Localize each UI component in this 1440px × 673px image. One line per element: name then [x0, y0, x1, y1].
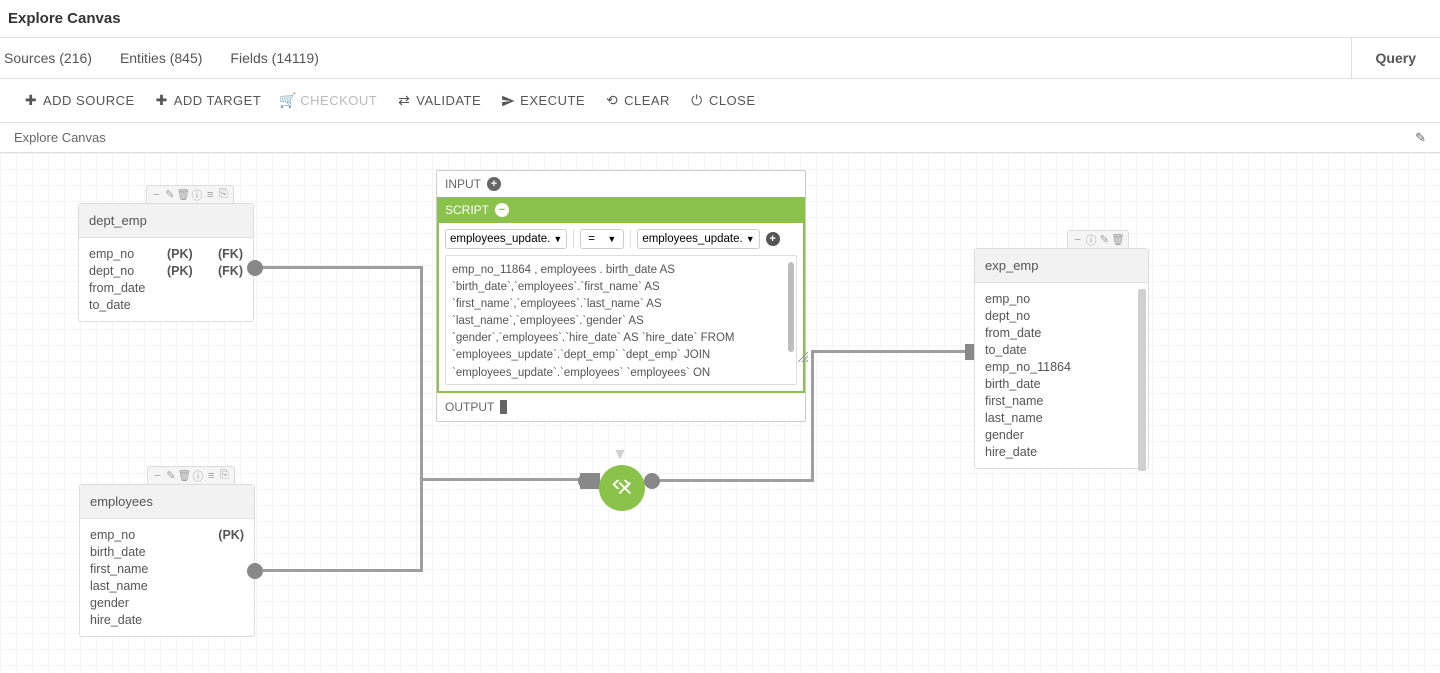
script-node[interactable]: INPUT + SCRIPT − employees_update.▼ = ▼ …	[436, 170, 806, 422]
node-title: dept_emp	[79, 204, 253, 238]
field-row: from_date	[89, 281, 243, 295]
transform-node[interactable]	[599, 465, 645, 511]
btn-label: CLEAR	[624, 93, 670, 108]
input-section[interactable]: INPUT +	[437, 171, 805, 197]
minus-icon[interactable]: −	[1072, 234, 1083, 246]
plus-icon: ✚	[24, 94, 38, 108]
send-icon	[501, 94, 515, 108]
pencil-icon[interactable]: ✎	[1099, 233, 1110, 246]
section-label: INPUT	[445, 177, 481, 191]
node-toolbar-employees[interactable]: − ✎ 🗑 ⓘ ≡ ⎘	[147, 466, 235, 484]
script-content: employees_update.▼ = ▼ employees_update.…	[437, 223, 805, 393]
section-label: SCRIPT	[445, 203, 489, 217]
btn-label: EXECUTE	[520, 93, 585, 108]
node-title: employees	[80, 485, 254, 519]
btn-label: ADD TARGET	[174, 93, 262, 108]
validate-button[interactable]: ⇄ VALIDATE	[397, 93, 481, 108]
merge-output-port[interactable]	[644, 473, 660, 489]
close-button[interactable]: ⏻ CLOSE	[690, 93, 756, 108]
field-row: emp_no (PK)	[90, 528, 244, 542]
power-icon: ⏻	[690, 94, 704, 108]
field-row: dept_no (PK) (FK)	[89, 264, 243, 278]
add-output-button[interactable]: +	[500, 400, 507, 414]
script-controls: employees_update.▼ = ▼ employees_update.…	[445, 229, 797, 249]
minus-icon[interactable]: −	[152, 470, 163, 482]
node-fields: emp_no (PK) (FK) dept_no (PK) (FK) from_…	[79, 238, 253, 321]
output-port[interactable]	[247, 563, 263, 579]
add-condition-button[interactable]: +	[766, 232, 780, 246]
trash-icon[interactable]: 🗑	[1112, 233, 1124, 246]
execute-button[interactable]: EXECUTE	[501, 93, 585, 108]
scrollbar[interactable]	[788, 262, 794, 352]
list-icon[interactable]: ≡	[205, 189, 216, 201]
btn-label: CHECKOUT	[300, 93, 377, 108]
add-target-button[interactable]: ✚ ADD TARGET	[155, 93, 262, 108]
collapse-script-button[interactable]: −	[495, 203, 509, 217]
tabs-row: Sources (216) Entities (845) Fields (141…	[0, 37, 1440, 79]
chevron-down-icon: ▼	[553, 234, 562, 244]
tab-fields[interactable]: Fields (14119)	[216, 38, 332, 78]
checkout-button[interactable]: 🛒 CHECKOUT	[281, 93, 377, 108]
refresh-icon: ⟲	[605, 94, 619, 108]
resize-handle[interactable]	[798, 349, 808, 359]
node-employees[interactable]: employees emp_no (PK) birth_date first_n…	[79, 484, 255, 637]
info-icon[interactable]: ⓘ	[192, 468, 203, 484]
node-toolbar-dept-emp[interactable]: − ✎ 🗑 ⓘ ≡ ⎘	[146, 185, 234, 203]
action-toolbar: ✚ ADD SOURCE ✚ ADD TARGET 🛒 CHECKOUT ⇄ V…	[0, 79, 1440, 123]
right-expr-select[interactable]: employees_update.▼	[637, 229, 759, 249]
output-section[interactable]: OUTPUT +	[437, 393, 805, 421]
transform-icon	[611, 477, 633, 499]
info-icon[interactable]: ⓘ	[191, 187, 202, 203]
trash-icon[interactable]: 🗑	[177, 188, 189, 201]
chevron-down-icon: ▼	[612, 446, 628, 464]
edit-title-button[interactable]: ✎	[1415, 130, 1426, 146]
node-dept-emp[interactable]: dept_emp emp_no (PK) (FK) dept_no (PK) (…	[78, 203, 254, 322]
sql-textarea[interactable]: emp_no_11864 , employees . birth_date AS…	[445, 255, 797, 385]
chevron-down-icon: ▼	[746, 234, 755, 244]
breadcrumb-row: Explore Canvas ✎	[0, 123, 1440, 153]
scrollbar[interactable]	[1138, 289, 1146, 471]
list-icon[interactable]: ≡	[206, 470, 217, 482]
chevron-down-icon: ▼	[607, 234, 616, 244]
swap-icon: ⇄	[397, 94, 411, 108]
section-label: OUTPUT	[445, 400, 494, 414]
btn-label: CLOSE	[709, 93, 756, 108]
clear-button[interactable]: ⟲ CLEAR	[605, 93, 670, 108]
add-input-button[interactable]: +	[487, 177, 501, 191]
field-row: emp_no (PK) (FK)	[89, 247, 243, 261]
copy-icon[interactable]: ⎘	[219, 469, 230, 482]
pencil-icon[interactable]: ✎	[164, 188, 175, 201]
canvas[interactable]: − ✎ 🗑 ⓘ ≡ ⎘ dept_emp emp_no (PK) (FK) de…	[0, 153, 1440, 673]
node-title: exp_emp	[975, 249, 1148, 283]
info-icon[interactable]: ⓘ	[1085, 232, 1096, 248]
node-fields: emp_no (PK) birth_date first_name last_n…	[80, 519, 254, 636]
output-port[interactable]	[247, 260, 263, 276]
cart-icon: 🛒	[281, 94, 295, 108]
tab-sources[interactable]: Sources (216)	[0, 38, 106, 78]
trash-icon[interactable]: 🗑	[178, 469, 190, 482]
add-source-button[interactable]: ✚ ADD SOURCE	[24, 93, 135, 108]
field-row: to_date	[89, 298, 243, 312]
operator-select[interactable]: = ▼	[580, 229, 624, 249]
tab-entities[interactable]: Entities (845)	[106, 38, 216, 78]
pencil-icon[interactable]: ✎	[165, 469, 176, 482]
btn-label: ADD SOURCE	[43, 93, 135, 108]
node-fields: emp_no dept_no from_date to_date emp_no_…	[975, 283, 1148, 468]
breadcrumb: Explore Canvas	[14, 130, 106, 145]
node-toolbar-exp-emp[interactable]: − ⓘ ✎ 🗑	[1067, 230, 1129, 248]
page-title: Explore Canvas	[0, 0, 1440, 37]
minus-icon[interactable]: −	[151, 189, 162, 201]
left-expr-select[interactable]: employees_update.▼	[445, 229, 567, 249]
script-section[interactable]: SCRIPT −	[437, 197, 805, 223]
plus-icon: ✚	[155, 94, 169, 108]
tab-query[interactable]: Query	[1351, 38, 1440, 78]
copy-icon[interactable]: ⎘	[218, 188, 229, 201]
btn-label: VALIDATE	[416, 93, 481, 108]
node-exp-emp[interactable]: exp_emp emp_no dept_no from_date to_date…	[974, 248, 1149, 469]
